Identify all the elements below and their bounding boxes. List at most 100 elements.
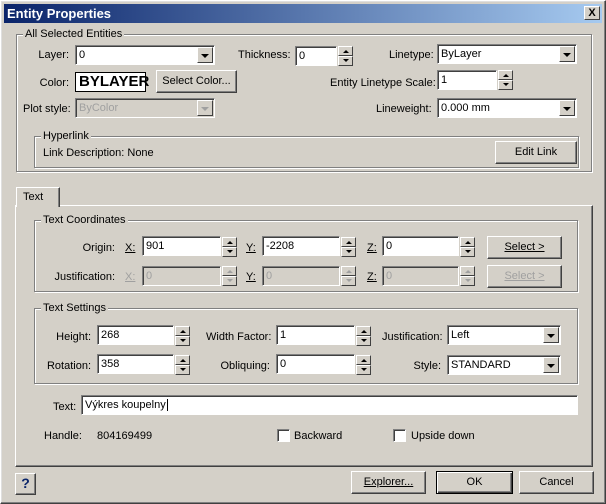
group-label: All Selected Entities bbox=[23, 28, 125, 40]
thickness-input[interactable]: 0 bbox=[295, 46, 337, 66]
select-color-button[interactable]: Select Color... bbox=[156, 70, 237, 93]
spin-up-icon bbox=[341, 266, 356, 276]
plot-style-value: ByColor bbox=[79, 102, 119, 114]
origin-y-value: -2208 bbox=[266, 240, 295, 252]
chevron-down-icon bbox=[197, 100, 213, 116]
tab-label: Text bbox=[23, 191, 44, 203]
spin-up-icon[interactable] bbox=[341, 237, 356, 247]
justification-z-input: 0 bbox=[382, 266, 459, 286]
linetype-combo[interactable]: ByLayer bbox=[437, 44, 577, 64]
text-input[interactable]: Výkres koupelny bbox=[81, 395, 578, 415]
obliquing-input[interactable]: 0 bbox=[276, 354, 355, 374]
spin-down-icon[interactable] bbox=[175, 365, 190, 375]
style-value: STANDARD bbox=[451, 359, 511, 371]
spin-up-icon[interactable] bbox=[175, 355, 190, 365]
link-description: Link Description: None bbox=[43, 147, 154, 159]
lineweight-combo[interactable]: 0.000 mm bbox=[437, 98, 577, 118]
spin-down-icon[interactable] bbox=[338, 56, 353, 66]
justification-combo[interactable]: Left bbox=[447, 325, 561, 345]
rotation-value: 358 bbox=[101, 358, 120, 370]
text-value: Výkres koupelny bbox=[85, 399, 166, 411]
height-input[interactable]: 268 bbox=[97, 325, 174, 345]
backward-checkbox[interactable] bbox=[277, 429, 290, 442]
linetype-value: ByLayer bbox=[441, 48, 482, 60]
chevron-down-icon[interactable] bbox=[197, 47, 213, 63]
justification-x-label: X: bbox=[125, 271, 136, 283]
help-button[interactable]: ? bbox=[15, 473, 36, 495]
explorer-button[interactable]: Explorer... bbox=[351, 471, 426, 494]
spin-down-icon[interactable] bbox=[222, 247, 237, 257]
spin-down-icon[interactable] bbox=[356, 336, 371, 346]
layer-combo[interactable]: 0 bbox=[75, 45, 215, 65]
spin-down-icon[interactable] bbox=[175, 336, 190, 346]
select-label: Select > bbox=[504, 270, 545, 282]
upside-down-checkbox[interactable] bbox=[393, 429, 406, 442]
spin-up-icon[interactable] bbox=[175, 326, 190, 336]
width-factor-input[interactable]: 1 bbox=[276, 325, 355, 345]
justification-x-spinner bbox=[222, 266, 237, 286]
spin-up-icon[interactable] bbox=[222, 237, 237, 247]
text-cursor bbox=[166, 399, 168, 411]
style-combo[interactable]: STANDARD bbox=[447, 355, 561, 375]
origin-x-input[interactable]: 901 bbox=[142, 236, 221, 256]
spin-up-icon[interactable] bbox=[356, 355, 371, 365]
origin-x-value: 901 bbox=[146, 240, 165, 252]
handle-label: Handle: bbox=[44, 430, 82, 442]
origin-x-label: X: bbox=[125, 242, 136, 254]
height-value: 268 bbox=[101, 329, 120, 341]
ok-button[interactable]: OK bbox=[436, 471, 513, 494]
rotation-label: Rotation: bbox=[46, 360, 91, 372]
chevron-down-icon[interactable] bbox=[543, 327, 559, 343]
upside-down-label: Upside down bbox=[411, 430, 475, 442]
layer-value: 0 bbox=[79, 49, 86, 61]
chevron-down-icon[interactable] bbox=[543, 357, 559, 373]
title-bar: Entity Properties X bbox=[4, 4, 602, 23]
justification-value: Left bbox=[451, 329, 470, 341]
spin-up-icon[interactable] bbox=[460, 237, 475, 247]
chevron-down-icon[interactable] bbox=[559, 100, 575, 116]
close-button[interactable]: X bbox=[584, 6, 600, 20]
spin-down-icon[interactable] bbox=[498, 80, 513, 90]
origin-z-value: 0 bbox=[386, 240, 393, 252]
group-label: Text Coordinates bbox=[41, 214, 128, 226]
obliquing-spinner[interactable] bbox=[356, 355, 371, 375]
obliquing-value: 0 bbox=[280, 358, 287, 370]
thickness-spinner[interactable] bbox=[338, 46, 353, 66]
linetype-scale-input[interactable]: 1 bbox=[437, 70, 497, 90]
spin-up-icon[interactable] bbox=[498, 70, 513, 80]
rotation-spinner[interactable] bbox=[175, 355, 190, 375]
justification-y-value: 0 bbox=[266, 270, 273, 282]
origin-z-input[interactable]: 0 bbox=[382, 236, 459, 256]
origin-y-spinner[interactable] bbox=[341, 237, 356, 257]
window-title: Entity Properties bbox=[7, 6, 112, 21]
spin-up-icon[interactable] bbox=[338, 46, 353, 56]
linetype-scale-value: 1 bbox=[441, 74, 448, 86]
entity-properties-dialog: Entity Properties X All Selected Entitie… bbox=[0, 0, 606, 504]
spin-down-icon[interactable] bbox=[341, 247, 356, 257]
cancel-button[interactable]: Cancel bbox=[519, 471, 594, 494]
help-icon: ? bbox=[21, 475, 30, 491]
edit-link-button[interactable]: Edit Link bbox=[495, 141, 577, 164]
origin-x-spinner[interactable] bbox=[222, 237, 237, 257]
rotation-input[interactable]: 358 bbox=[97, 354, 174, 374]
height-spinner[interactable] bbox=[175, 326, 190, 346]
width-factor-spinner[interactable] bbox=[356, 326, 371, 346]
spin-up-icon[interactable] bbox=[356, 326, 371, 336]
spin-down-icon[interactable] bbox=[460, 247, 475, 257]
spin-down-icon bbox=[341, 276, 356, 286]
justification-z-label: Z: bbox=[367, 271, 377, 283]
justification-x-input: 0 bbox=[142, 266, 221, 286]
linetype-scale-spinner[interactable] bbox=[498, 70, 513, 90]
backward-label: Backward bbox=[294, 430, 343, 442]
spin-down-icon[interactable] bbox=[356, 365, 371, 375]
width-factor-label: Width Factor: bbox=[206, 331, 272, 343]
tab-text[interactable]: Text bbox=[16, 187, 60, 207]
select-origin-button[interactable]: Select > bbox=[487, 236, 562, 259]
explorer-label: Explorer... bbox=[363, 476, 414, 488]
spin-down-icon bbox=[460, 276, 475, 286]
justification-y-input: 0 bbox=[262, 266, 340, 286]
origin-y-input[interactable]: -2208 bbox=[262, 236, 340, 256]
color-swatch: BYLAYER bbox=[75, 72, 149, 92]
chevron-down-icon[interactable] bbox=[559, 46, 575, 62]
origin-z-spinner[interactable] bbox=[460, 237, 475, 257]
